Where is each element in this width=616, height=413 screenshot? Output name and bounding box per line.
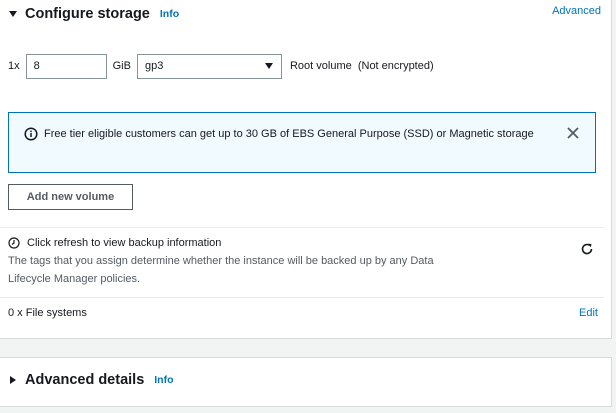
free-tier-alert: Free tier eligible customers can get up … [8,112,596,173]
file-systems-label: 0 x File systems [8,307,87,319]
volume-unit: GiB [112,60,131,72]
caret-down-icon [264,63,273,69]
configure-storage-header[interactable]: Configure storage Info [8,3,608,25]
backup-info: Click refresh to view backup information… [8,237,604,288]
divider [0,227,604,228]
alert-text: Free tier eligible customers can get up … [44,128,534,140]
section-title: Advanced details [25,372,145,388]
edit-file-systems-link[interactable]: Edit [579,307,598,319]
file-systems-row: 0 x File systems Edit [8,307,598,319]
divider [0,297,604,298]
volume-size-input[interactable]: 8 [25,53,107,79]
caret-down-icon[interactable] [8,9,18,19]
backup-description: The tags that you assign determine wheth… [8,255,434,285]
advanced-details-panel: Advanced details Info [0,357,612,407]
info-link[interactable]: Info [160,8,179,20]
info-link[interactable]: Info [154,374,173,386]
clock-icon [8,237,20,249]
backup-title-line: Click refresh to view backup information [8,237,604,249]
configure-storage-panel: Configure storage Info Advanced 1x 8 GiB… [0,0,612,339]
refresh-icon[interactable] [580,242,594,256]
volume-description: Root volume (Not encrypted) [289,60,434,72]
backup-title: Click refresh to view backup information [27,237,222,249]
info-circle-icon [24,127,38,141]
close-icon[interactable] [567,127,579,139]
advanced-link[interactable]: Advanced [552,5,601,17]
advanced-details-header[interactable]: Advanced details Info [8,372,174,388]
volume-type-select[interactable]: gp3 [136,53,282,79]
caret-right-icon[interactable] [8,375,18,385]
volume-count: 1x [8,60,20,72]
volume-type-value: gp3 [144,60,164,72]
section-title: Configure storage [25,6,150,22]
volume-row: 1x 8 GiB gp3 Root volume (Not encrypted) [8,53,434,79]
add-new-volume-button[interactable]: Add new volume [8,184,133,210]
